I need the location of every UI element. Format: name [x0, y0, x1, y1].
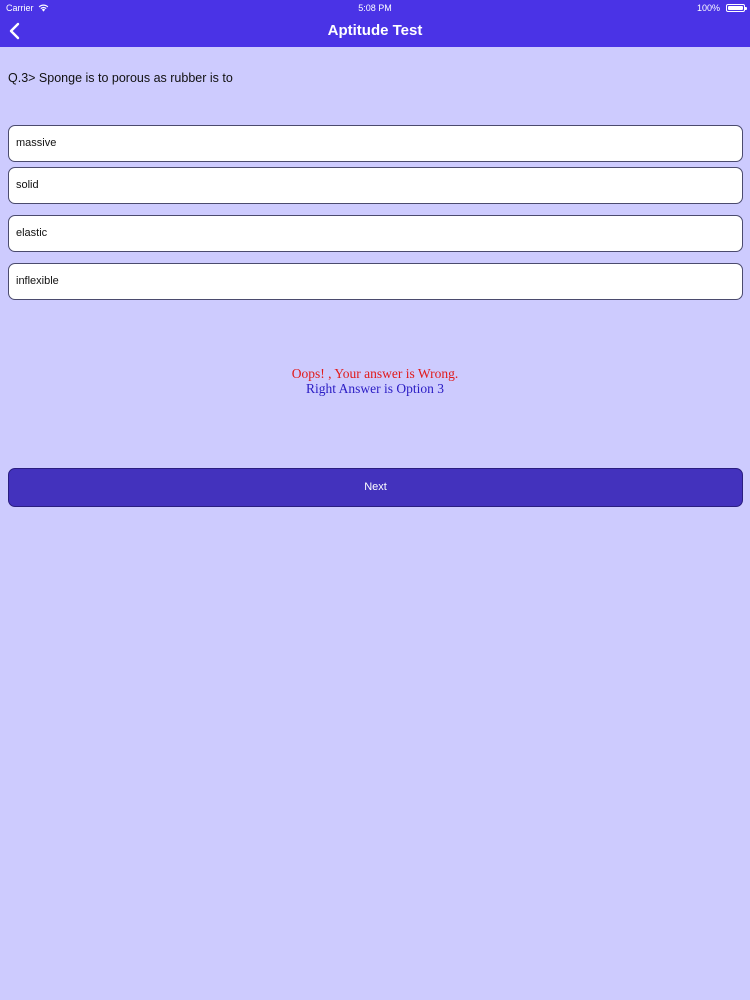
right-answer-message: Right Answer is Option 3	[305, 381, 444, 396]
next-button[interactable]: Next	[8, 468, 743, 507]
option-4-button[interactable]: inflexible	[8, 263, 743, 300]
battery-percent: 100%	[696, 3, 720, 13]
battery-icon	[726, 4, 747, 12]
question-text: Q.3> Sponge is to porous as rubber is to	[8, 71, 233, 85]
status-bar: Carrier 5:08 PM 100%	[0, 0, 750, 16]
nav-bar: Aptitude Test	[0, 16, 750, 47]
option-2-button[interactable]: solid	[8, 167, 743, 204]
clock: 5:08 PM	[358, 3, 392, 13]
option-3-button[interactable]: elastic	[8, 215, 743, 252]
wrong-answer-message: Oops! , Your answer is Wrong.	[291, 366, 459, 381]
option-1-button[interactable]: massive	[8, 125, 743, 162]
page-title: Aptitude Test	[327, 22, 423, 39]
